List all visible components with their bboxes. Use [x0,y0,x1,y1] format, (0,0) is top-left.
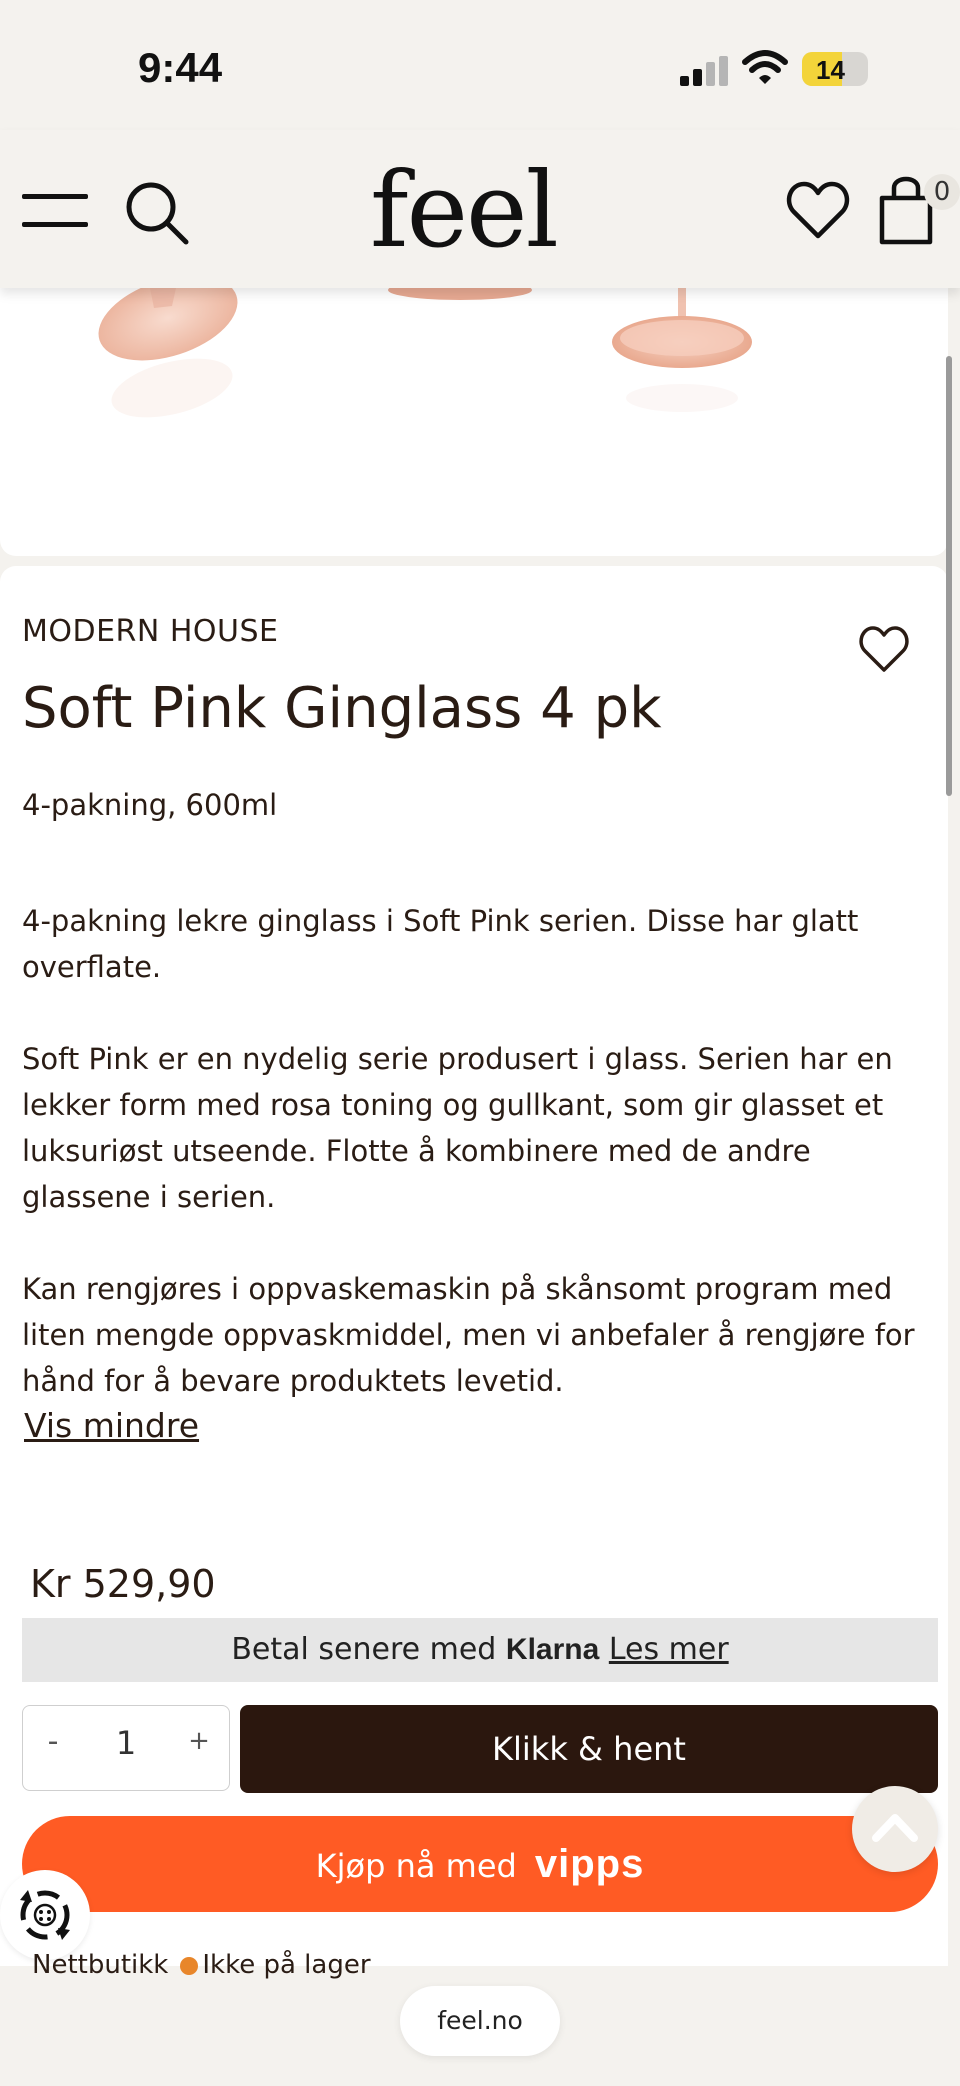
description-paragraph: Soft Pink er en nydelig serie produsert … [22,1042,893,1214]
description-paragraph: 4-pakning lekre ginglass i Soft Pink ser… [22,904,859,984]
klarna-logo: Klarna [505,1633,600,1666]
cellular-signal-icon [680,56,730,86]
chevron-up-icon [872,1814,918,1842]
quantity-increase-button[interactable]: + [179,1726,219,1756]
product-image[interactable] [0,288,948,556]
product-subtitle: 4-pakning, 600ml [22,788,278,822]
scrollbar[interactable] [946,356,952,796]
product-photo-glasses [98,288,752,418]
stock-channel: Nettbutikk [32,1950,169,1980]
vipps-button-label: Kjøp nå med [315,1847,517,1885]
site-header: feel 0 [0,130,960,288]
wishlist-heart-icon[interactable] [786,180,850,240]
recycle-badge-icon[interactable] [0,1870,90,1960]
quantity-decrease-button[interactable]: - [33,1724,73,1759]
battery-icon: 14 [802,52,868,86]
stock-status-text: Ikke på lager [202,1950,371,1980]
browser-url-pill[interactable]: feel.no [400,1986,560,2056]
battery-level: 14 [816,55,845,85]
description-paragraph: Kan rengjøres i oppvaskemaskin på skånso… [22,1272,915,1398]
stock-status: Nettbutikk Ikke på lager [32,1950,371,1980]
klarna-banner: Betal senere med Klarna Les mer [22,1618,938,1682]
cart-count-badge[interactable]: 0 [924,174,960,210]
stock-status-dot [180,1957,199,1975]
feel-logo[interactable]: feel [370,150,559,270]
show-less-link[interactable]: Vis mindre [24,1406,199,1445]
product-title: Soft Pink Ginglass 4 pk [22,676,662,741]
status-bar: 9:44 14 [0,0,960,130]
click-and-collect-button[interactable]: Klikk & hent [240,1705,938,1793]
quantity-value[interactable]: 1 [93,1724,159,1762]
status-time: 9:44 [138,44,223,91]
hamburger-menu-icon[interactable] [22,194,88,228]
klarna-prefix-text: Betal senere med [231,1632,497,1667]
quantity-stepper: - 1 + [22,1705,230,1791]
vipps-logo: vipps [534,1842,645,1886]
klarna-read-more-link[interactable]: Les mer [609,1632,729,1667]
product-brand[interactable]: MODERN HOUSE [22,614,279,649]
buy-with-vipps-button[interactable]: Kjøp nå med vipps [22,1816,938,1912]
add-to-wishlist-heart-icon[interactable] [858,624,910,674]
scroll-to-top-button[interactable] [852,1786,938,1872]
search-icon[interactable] [124,180,190,246]
product-price: Kr 529,90 [30,1562,216,1606]
wifi-icon [742,50,788,86]
